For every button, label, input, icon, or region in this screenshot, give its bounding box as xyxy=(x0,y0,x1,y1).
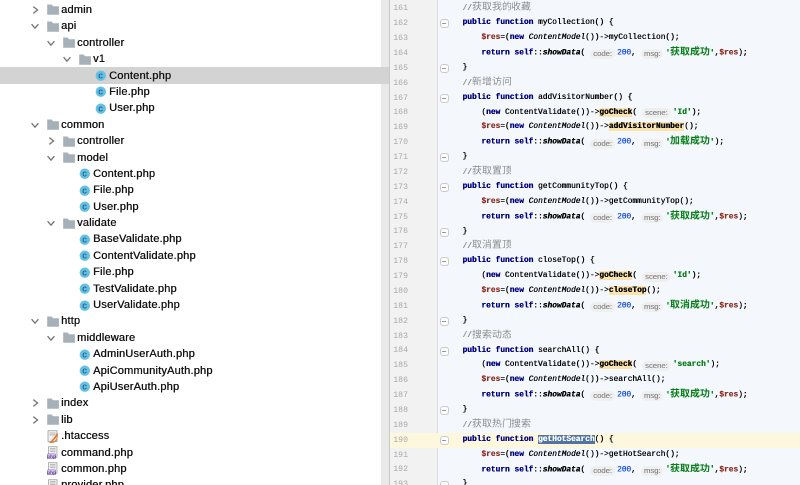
svg-text:c: c xyxy=(82,349,87,359)
svg-text:c: c xyxy=(98,104,103,114)
svg-text:c: c xyxy=(82,202,87,212)
svg-text:c: c xyxy=(82,185,87,195)
svg-text:c: c xyxy=(82,235,87,245)
svg-text:c: c xyxy=(82,267,87,277)
svg-text:c: c xyxy=(82,382,87,392)
svg-text:c: c xyxy=(82,300,87,310)
svg-text:c: c xyxy=(98,87,103,97)
svg-text:c: c xyxy=(82,366,87,376)
svg-text:c: c xyxy=(82,284,87,294)
svg-text:php: php xyxy=(47,454,56,459)
svg-text:c: c xyxy=(82,169,87,179)
svg-text:php: php xyxy=(47,470,56,475)
svg-text:c: c xyxy=(98,71,103,81)
svg-text:c: c xyxy=(82,251,87,261)
